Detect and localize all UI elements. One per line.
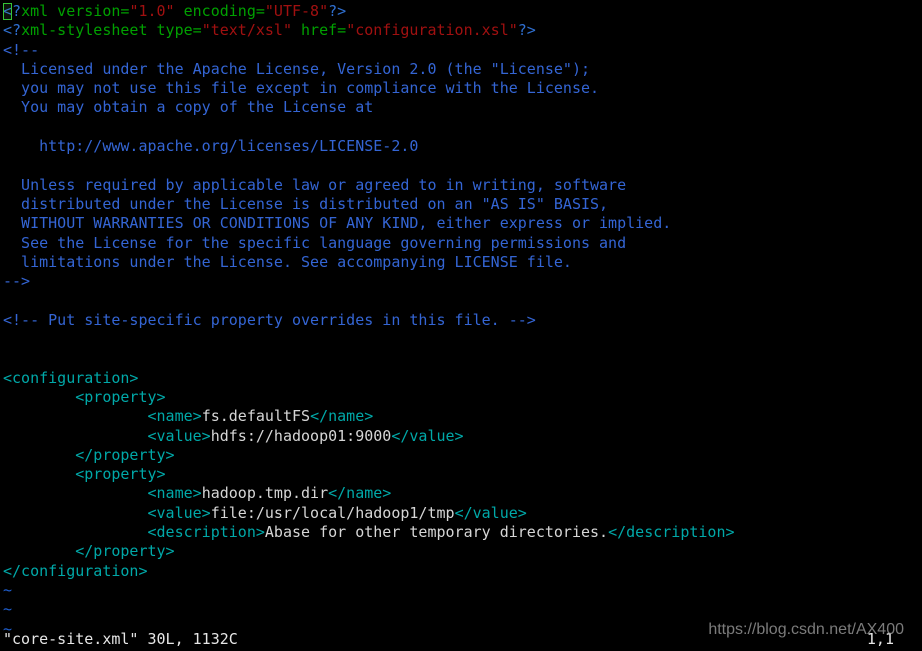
code-token: </property> (3, 445, 175, 464)
code-line: <property> (3, 465, 919, 484)
code-token: <description> (3, 523, 265, 542)
code-token: ?> (328, 2, 347, 20)
code-line: <description>Abase for other temporary d… (3, 523, 919, 542)
vim-text-buffer[interactable]: <?xml version="1.0" encoding="UTF-8"?> <?… (3, 2, 919, 639)
code-line: <!-- (3, 41, 919, 60)
code-token: "text/xsl" (201, 21, 292, 40)
code-token: limitations under the License. See accom… (3, 252, 572, 271)
code-line: WITHOUT WARRANTIES OR CONDITIONS OF ANY … (3, 214, 919, 233)
code-line: ~ (3, 600, 919, 619)
code-token: </name> (328, 484, 392, 503)
code-line: </configuration> (3, 562, 919, 581)
code-token: ~ (3, 600, 13, 619)
code-line: <!-- Put site-specific property override… (3, 311, 919, 330)
code-line: you may not use this file except in comp… (3, 79, 919, 98)
code-line: ~ (3, 581, 919, 600)
code-token: WITHOUT WARRANTIES OR CONDITIONS OF ANY … (3, 214, 672, 233)
code-token: </configuration> (3, 561, 148, 580)
code-token: <property> (3, 387, 166, 406)
code-line: <configuration> (3, 369, 919, 388)
code-line: Licensed under the Apache License, Versi… (3, 60, 919, 79)
code-token: "configuration.xsl" (346, 21, 518, 40)
code-token: <name> (3, 484, 202, 503)
code-token: <value> (3, 503, 211, 522)
code-token: http://www.apache.org/licenses/LICENSE-2… (3, 137, 419, 156)
code-token: <!-- (3, 40, 40, 59)
vim-terminal-window[interactable]: <?xml version="1.0" encoding="UTF-8"?> <?… (0, 0, 922, 651)
code-token: </name> (310, 407, 374, 426)
code-line: limitations under the License. See accom… (3, 253, 919, 272)
code-token: hdfs://hadoop01:9000 (210, 426, 392, 445)
code-line: <name>hadoop.tmp.dir</name> (3, 484, 919, 503)
code-token: xml-stylesheet type= (21, 21, 202, 40)
code-token: Abase for other temporary directories. (264, 523, 609, 542)
code-line: <property> (3, 388, 919, 407)
code-token: <configuration> (3, 368, 139, 387)
code-token: distributed under the License is distrib… (3, 194, 609, 213)
code-line: <?xml-stylesheet type="text/xsl" href="c… (3, 21, 919, 40)
code-token: ?> (517, 21, 536, 40)
code-line: <value>file:/usr/local/hadoop1/tmp</valu… (3, 504, 919, 523)
code-token: </description> (608, 523, 735, 542)
vim-block-cursor (3, 3, 12, 20)
code-token: you may not use this file except in comp… (3, 79, 600, 98)
code-line: <value>hdfs://hadoop01:9000</value> (3, 427, 919, 446)
vim-status-line-cursor-position: 1,1 (866, 629, 894, 648)
code-token: Licensed under the Apache License, Versi… (3, 59, 590, 78)
code-token: encoding= (174, 2, 265, 20)
code-token: </value> (391, 426, 464, 445)
code-token: --> (3, 272, 31, 291)
code-token: <? (3, 21, 22, 40)
code-token: fs.defaultFS (201, 407, 311, 426)
code-line: </property> (3, 542, 919, 561)
code-line: </property> (3, 446, 919, 465)
code-token: <!-- Put site-specific property override… (3, 310, 536, 329)
code-token: Unless required by applicable law or agr… (3, 175, 627, 194)
code-line: <?xml version="1.0" encoding="UTF-8"?> (3, 2, 919, 21)
code-token: href= (292, 21, 347, 40)
code-line: distributed under the License is distrib… (3, 195, 919, 214)
code-line: You may obtain a copy of the License at (3, 98, 919, 117)
code-token: "1.0" (129, 2, 175, 20)
code-token: xml version= (21, 2, 130, 20)
code-line: <name>fs.defaultFS</name> (3, 407, 919, 426)
code-line: Unless required by applicable law or agr… (3, 176, 919, 195)
code-line: http://www.apache.org/licenses/LICENSE-2… (3, 137, 919, 156)
code-token: file:/usr/local/hadoop1/tmp (210, 503, 455, 522)
vim-status-line-file-info: "core-site.xml" 30L, 1132C (3, 629, 238, 648)
code-token: "UTF-8" (264, 2, 329, 20)
code-line: --> (3, 272, 919, 291)
code-token: hadoop.tmp.dir (201, 484, 329, 503)
code-token: See the License for the specific languag… (3, 233, 627, 252)
code-token: <value> (3, 426, 211, 445)
code-token: <property> (3, 465, 166, 484)
code-token: <name> (3, 407, 202, 426)
code-line: See the License for the specific languag… (3, 234, 919, 253)
code-token: ~ (3, 580, 13, 599)
code-token: </value> (454, 503, 527, 522)
code-token: You may obtain a copy of the License at (3, 98, 374, 117)
code-token: </property> (3, 542, 175, 561)
